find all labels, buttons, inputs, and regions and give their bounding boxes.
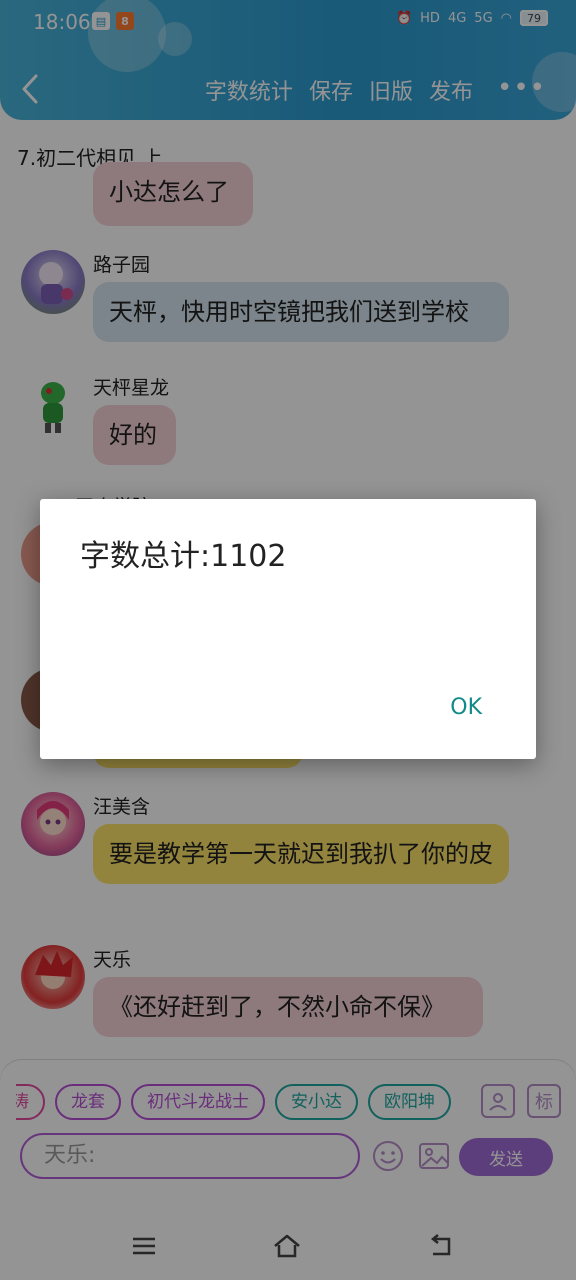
word-count-dialog: 字数总计:1102 OK bbox=[40, 499, 536, 759]
ok-button[interactable]: OK bbox=[450, 695, 482, 720]
dialog-message: 字数总计:1102 bbox=[80, 539, 287, 574]
